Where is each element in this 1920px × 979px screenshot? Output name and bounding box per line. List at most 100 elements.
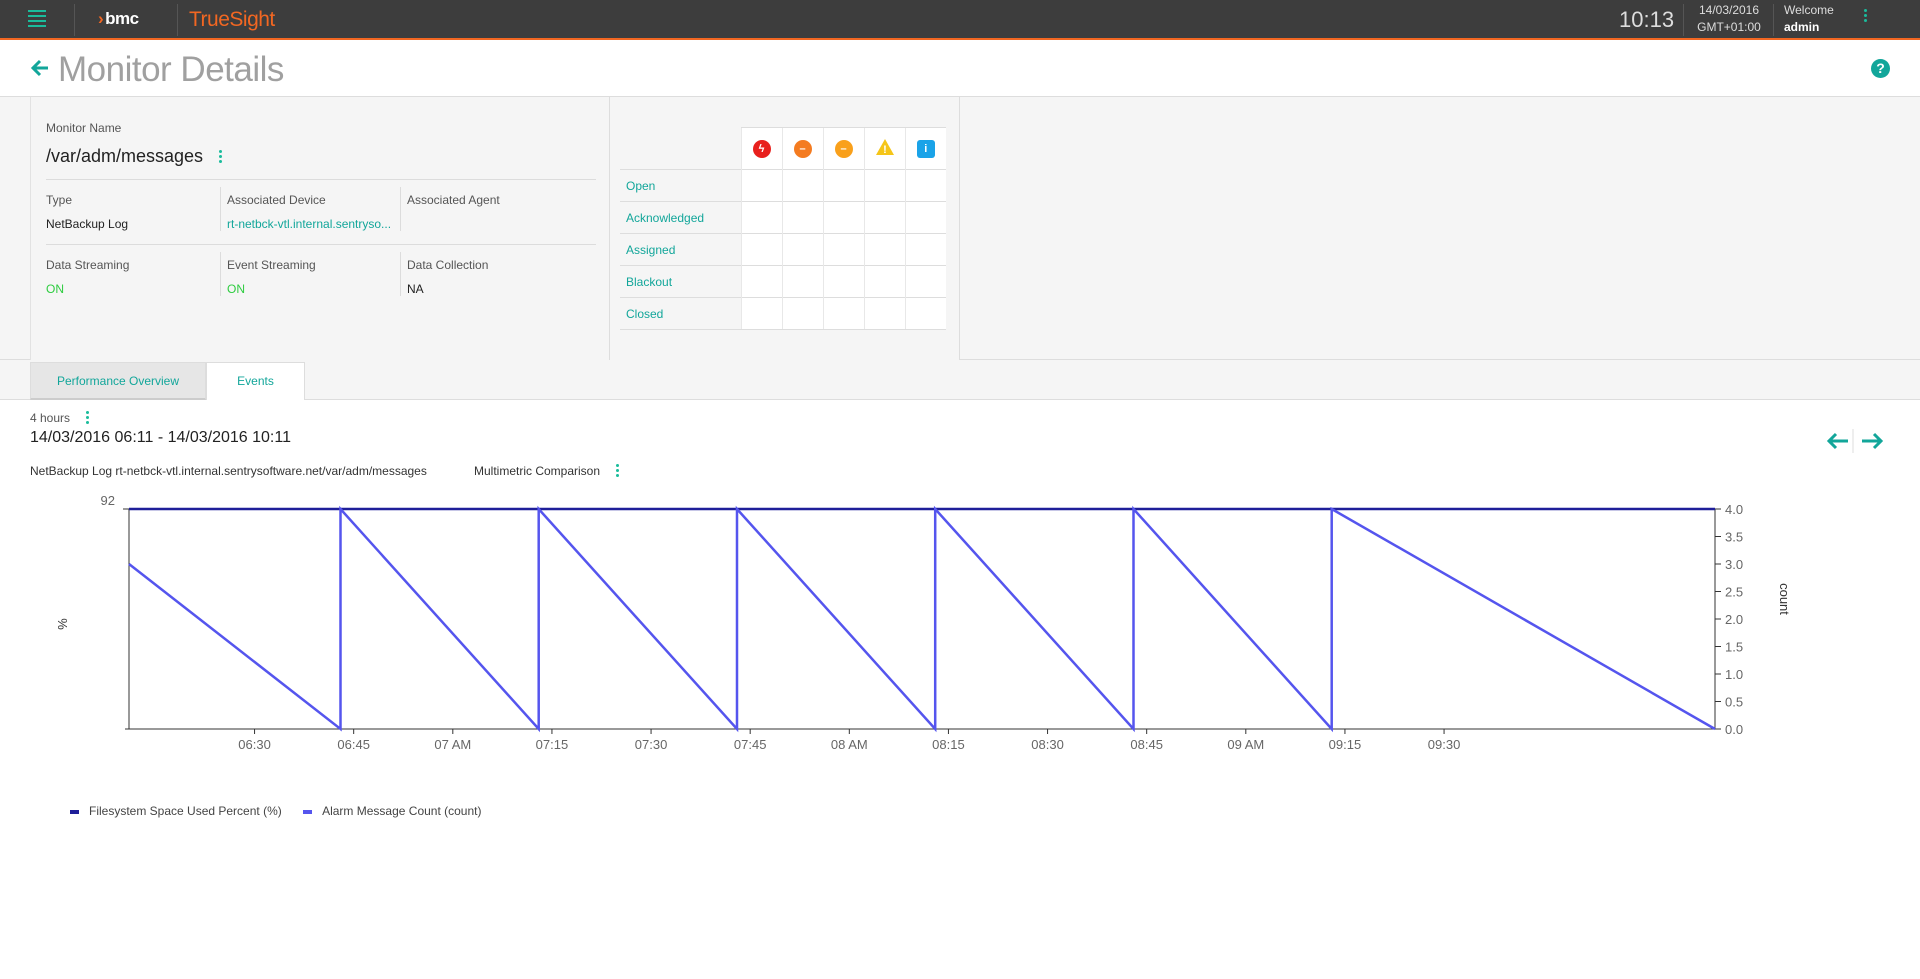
count-cell[interactable] bbox=[740, 265, 782, 298]
count-cell[interactable] bbox=[781, 169, 823, 202]
severity-row: Assigned bbox=[620, 233, 946, 266]
count-cell[interactable] bbox=[781, 201, 823, 234]
count-cell[interactable] bbox=[904, 169, 946, 202]
divider bbox=[1773, 4, 1774, 36]
legend-label: Filesystem Space Used Percent (%) bbox=[89, 804, 282, 818]
right-tick-label: 0.0 bbox=[1725, 722, 1743, 737]
warning-icon[interactable]: ! bbox=[875, 138, 895, 159]
x-tick-label: 07:30 bbox=[635, 737, 668, 752]
back-arrow-icon[interactable] bbox=[28, 56, 52, 80]
data-streaming-label: Data Streaming bbox=[46, 258, 130, 272]
divider bbox=[74, 4, 75, 36]
device-link[interactable]: rt-netbck-vtl.internal.sentryso... bbox=[227, 217, 391, 231]
timezone: GMT+01:00 bbox=[1697, 20, 1761, 34]
divider bbox=[46, 244, 596, 245]
divider bbox=[400, 252, 401, 296]
legend-swatch bbox=[70, 809, 79, 814]
count-cell[interactable] bbox=[740, 233, 782, 266]
count-cell[interactable] bbox=[822, 201, 864, 234]
count-cell[interactable] bbox=[863, 297, 905, 330]
divider bbox=[1683, 4, 1684, 36]
count-cell[interactable] bbox=[781, 265, 823, 298]
title-bar: Monitor Details ? bbox=[0, 42, 1920, 97]
count-cell[interactable] bbox=[863, 169, 905, 202]
type-value: NetBackup Log bbox=[46, 217, 129, 231]
right-tick-label: 1.5 bbox=[1725, 640, 1743, 655]
count-cell[interactable] bbox=[781, 297, 823, 330]
x-tick-label: 07 AM bbox=[434, 737, 471, 752]
divider bbox=[220, 187, 221, 231]
x-tick-label: 06:45 bbox=[337, 737, 370, 752]
time-range-label: 4 hours bbox=[30, 411, 71, 425]
severity-row: Acknowledged bbox=[620, 201, 946, 234]
row-assigned[interactable]: Assigned bbox=[620, 233, 741, 266]
major-icon[interactable]: – bbox=[793, 139, 812, 158]
chart-legend: Filesystem Space Used Percent (%) Alarm … bbox=[70, 804, 499, 818]
event-streaming-label: Event Streaming bbox=[227, 258, 316, 272]
count-cell[interactable] bbox=[822, 233, 864, 266]
performance-chart: 92% 4.0 3.5 3.0 2.5 2.0 1.5 1.0 0.5 0.0 count 06:30… bbox=[55, 493, 1792, 752]
count-cell[interactable] bbox=[822, 265, 864, 298]
previous-period-icon[interactable] bbox=[1824, 427, 1854, 455]
svg-text:!: ! bbox=[883, 144, 887, 156]
count-cell[interactable] bbox=[904, 297, 946, 330]
count-cell[interactable] bbox=[863, 265, 905, 298]
plot-frame bbox=[128, 508, 1716, 730]
divider bbox=[220, 252, 221, 296]
count-cell[interactable] bbox=[904, 265, 946, 298]
warning-col: ! bbox=[863, 127, 905, 170]
device-label: Associated Device bbox=[227, 193, 326, 207]
count-cell[interactable] bbox=[863, 233, 905, 266]
info-col: i bbox=[904, 127, 946, 170]
bmc-logo: › bmc bbox=[98, 9, 139, 28]
multimetric-comparison[interactable]: Multimetric Comparison bbox=[474, 464, 619, 479]
user-box[interactable]: Welcome admin bbox=[1784, 2, 1834, 36]
help-icon[interactable]: ? bbox=[1871, 59, 1890, 78]
count-cell[interactable] bbox=[740, 297, 782, 330]
severity-row: Closed bbox=[620, 297, 946, 330]
tab-events[interactable]: Events bbox=[206, 362, 305, 400]
row-blackout[interactable]: Blackout bbox=[620, 265, 741, 298]
count-cell[interactable] bbox=[904, 233, 946, 266]
x-tick-label: 06:30 bbox=[238, 737, 271, 752]
legend-item[interactable]: Alarm Message Count (count) bbox=[303, 804, 481, 818]
comparison-options-icon[interactable] bbox=[615, 464, 619, 479]
left-tick-label: 92 bbox=[101, 493, 115, 508]
x-tick-label: 09:30 bbox=[1428, 737, 1461, 752]
monitor-options-icon[interactable] bbox=[218, 149, 222, 165]
tab-performance-overview[interactable]: Performance Overview bbox=[30, 362, 206, 400]
severity-row: Blackout bbox=[620, 265, 946, 298]
divider bbox=[177, 4, 178, 36]
x-tick-label: 07:15 bbox=[536, 737, 569, 752]
more-options-icon[interactable] bbox=[1862, 9, 1868, 29]
severity-row: Open bbox=[620, 169, 946, 202]
legend-label: Alarm Message Count (count) bbox=[322, 804, 482, 818]
row-open[interactable]: Open bbox=[620, 169, 741, 202]
series-title: NetBackup Log rt-netbck-vtl.internal.sen… bbox=[30, 464, 427, 478]
time-range-options-icon[interactable] bbox=[85, 411, 89, 426]
count-cell[interactable] bbox=[822, 297, 864, 330]
page-title: Monitor Details bbox=[58, 50, 284, 89]
row-closed[interactable]: Closed bbox=[620, 297, 741, 330]
legend-item[interactable]: Filesystem Space Used Percent (%) bbox=[70, 804, 282, 818]
event-streaming-value: ON bbox=[227, 282, 245, 296]
info-icon[interactable]: i bbox=[916, 139, 935, 158]
critical-icon[interactable]: ϟ bbox=[752, 139, 771, 158]
next-period-icon[interactable] bbox=[1856, 427, 1886, 455]
count-cell[interactable] bbox=[740, 201, 782, 234]
x-tick-label: 08:15 bbox=[932, 737, 965, 752]
severity-table: ϟ – – ! i Open Acknowledged Assigned Bla… bbox=[620, 127, 946, 330]
count-cell[interactable] bbox=[740, 169, 782, 202]
count-cell[interactable] bbox=[863, 201, 905, 234]
time-range-selector[interactable]: 4 hours bbox=[30, 411, 89, 426]
hamburger-menu-icon[interactable] bbox=[28, 10, 48, 30]
count-cell[interactable] bbox=[904, 201, 946, 234]
time-navigation bbox=[1824, 427, 1888, 457]
header-spacer bbox=[620, 128, 741, 170]
count-cell[interactable] bbox=[781, 233, 823, 266]
welcome-label: Welcome bbox=[1784, 3, 1834, 17]
date-range: 14/03/2016 06:11 - 14/03/2016 10:11 bbox=[30, 429, 291, 446]
row-acknowledged[interactable]: Acknowledged bbox=[620, 201, 741, 234]
count-cell[interactable] bbox=[822, 169, 864, 202]
minor-icon[interactable]: – bbox=[834, 139, 853, 158]
